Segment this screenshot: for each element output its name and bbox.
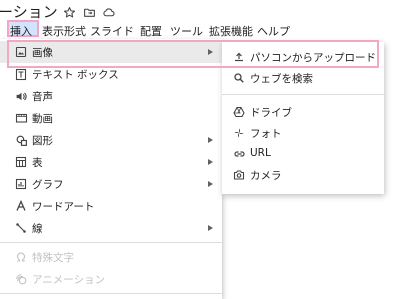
title-bar: ーション <box>0 0 400 22</box>
star-icon[interactable] <box>62 5 76 19</box>
drive-icon <box>232 105 246 119</box>
insert-menu: 画像 テキスト ボックス 音声 動画 図形 表 グラフ ワードアート 線 特殊文… <box>0 39 222 299</box>
submenu-item-label: URL <box>250 147 271 159</box>
menu-item-label: 図形 <box>32 135 53 147</box>
submenu-item-label: ウェブを検索 <box>250 73 313 85</box>
link-icon <box>232 147 246 161</box>
submenu-item-label: ドライブ <box>250 107 292 119</box>
menu-item-audio[interactable]: 音声 <box>0 85 222 107</box>
search-icon <box>232 71 246 85</box>
cloud-status-icon[interactable] <box>102 5 116 19</box>
menu-bar: 挿入 表示形式 スライド 配置 ツール 拡張機能 ヘルプ <box>0 20 400 40</box>
shape-icon <box>14 133 28 147</box>
submenu-arrow-icon <box>208 181 213 187</box>
menu-item-special-characters: 特殊文字 <box>0 246 222 268</box>
menu-slide[interactable]: スライド <box>90 23 134 39</box>
menu-divider <box>0 293 222 294</box>
menu-item-label: アニメーション <box>32 274 106 286</box>
menu-item-label: 特殊文字 <box>32 252 74 264</box>
audio-icon <box>14 89 28 103</box>
menu-item-animation: アニメーション <box>0 268 222 290</box>
menu-item-label: 表 <box>32 157 43 169</box>
submenu-item-photos[interactable]: フォト <box>222 122 384 144</box>
menu-help[interactable]: ヘルプ <box>257 23 290 39</box>
menu-item-label: ワードアート <box>32 201 95 213</box>
submenu-item-drive[interactable]: ドライブ <box>222 101 384 123</box>
submenu-item-label: フォト <box>250 128 282 140</box>
table-icon <box>14 155 28 169</box>
menu-format[interactable]: 表示形式 <box>42 23 86 39</box>
camera-icon <box>232 168 246 182</box>
submenu-arrow-icon <box>208 137 213 143</box>
video-icon <box>14 111 28 125</box>
menu-item-label: 線 <box>32 223 43 235</box>
submenu-item-camera[interactable]: カメラ <box>222 164 384 186</box>
menu-item-table[interactable]: 表 <box>0 151 222 173</box>
highlight-annotation <box>7 40 379 68</box>
menu-item-label: 音声 <box>32 91 53 103</box>
text-box-icon <box>14 67 28 81</box>
document-title[interactable]: ーション <box>0 1 58 22</box>
menu-divider <box>0 242 222 243</box>
submenu-arrow-icon <box>208 225 213 231</box>
menu-insert[interactable]: 挿入 <box>10 23 32 39</box>
menu-tools[interactable]: ツール <box>170 23 203 39</box>
menu-item-label: テキスト ボックス <box>32 69 119 81</box>
move-folder-icon[interactable] <box>82 5 96 19</box>
chart-icon <box>14 177 28 191</box>
line-icon <box>14 221 28 235</box>
menu-arrange[interactable]: 配置 <box>140 23 162 39</box>
submenu-item-url[interactable]: URL <box>222 143 384 165</box>
submenu-item-search-web[interactable]: ウェブを検索 <box>222 67 384 89</box>
menu-item-label: グラフ <box>32 179 64 191</box>
menu-item-line[interactable]: 線 <box>0 217 222 239</box>
omega-icon <box>14 250 28 264</box>
menu-item-label: 動画 <box>32 113 53 125</box>
submenu-arrow-icon <box>208 159 213 165</box>
animation-icon <box>14 272 28 286</box>
submenu-item-label: カメラ <box>250 170 282 182</box>
menu-item-chart[interactable]: グラフ <box>0 173 222 195</box>
menu-item-word-art[interactable]: ワードアート <box>0 195 222 217</box>
menu-extensions[interactable]: 拡張機能 <box>209 23 253 39</box>
photos-icon <box>232 126 246 140</box>
submenu-divider <box>222 94 384 95</box>
menu-item-video[interactable]: 動画 <box>0 107 222 129</box>
word-art-icon <box>14 199 28 213</box>
menu-item-shape[interactable]: 図形 <box>0 129 222 151</box>
